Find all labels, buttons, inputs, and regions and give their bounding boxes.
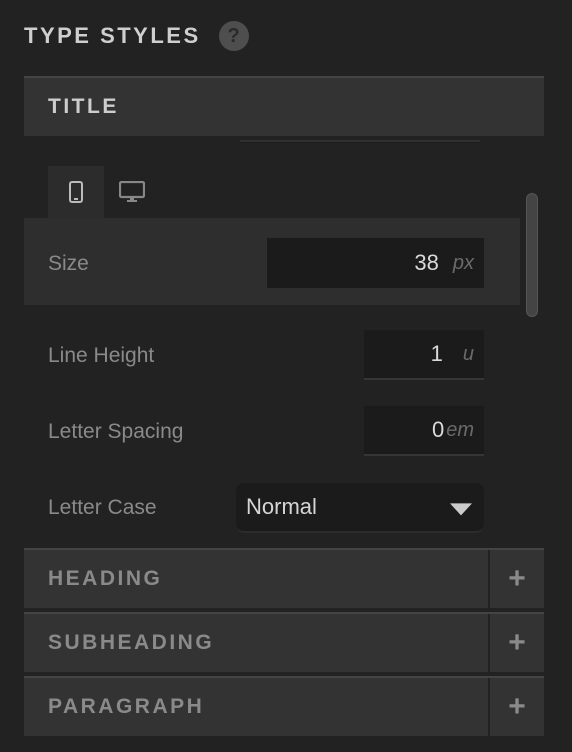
mobile-phone-icon <box>69 181 83 203</box>
letter-case-select[interactable]: Normal <box>236 483 484 533</box>
letter-case-value: Normal <box>246 494 317 519</box>
letter-spacing-label: Letter Spacing <box>48 420 184 443</box>
tab-mobile[interactable] <box>48 166 104 218</box>
size-input[interactable]: 38 px <box>267 238 484 288</box>
letter-spacing-value: 0 <box>431 417 445 442</box>
section-heading-label: HEADING <box>48 567 163 590</box>
letter-spacing-input[interactable]: 0 em <box>364 406 484 456</box>
line-height-unit: u <box>462 342 474 365</box>
section-paragraph-label: PARAGRAPH <box>48 695 205 718</box>
line-height-label: Line Height <box>48 344 155 367</box>
line-height-input[interactable]: 1 u <box>364 330 484 380</box>
size-unit: px <box>452 251 474 274</box>
size-label: Size <box>48 252 89 275</box>
size-row: Size 38 px <box>24 218 520 305</box>
letter-case-label: Letter Case <box>48 496 157 519</box>
section-subheading-header[interactable]: SUBHEADING + <box>24 612 544 672</box>
letter-spacing-unit: em <box>446 418 474 441</box>
desktop-monitor-icon <box>119 181 145 202</box>
line-height-value: 1 <box>430 341 443 366</box>
plus-icon[interactable]: + <box>488 614 544 672</box>
section-heading-header[interactable]: HEADING + <box>24 548 544 608</box>
panel-title: TYPE STYLES <box>24 23 201 48</box>
divider <box>240 140 480 143</box>
chevron-down-icon <box>450 503 472 516</box>
type-styles-panel: TYPE STYLES ? TITLE Size 38 px Line Heig… <box>0 0 572 752</box>
scrollbar[interactable] <box>526 193 538 317</box>
section-title-header[interactable]: TITLE <box>24 76 544 136</box>
device-tabs <box>48 166 160 218</box>
section-title-label: TITLE <box>48 95 119 118</box>
plus-icon[interactable]: + <box>488 550 544 608</box>
section-subheading-label: SUBHEADING <box>48 631 215 654</box>
help-icon[interactable]: ? <box>218 21 249 51</box>
section-paragraph-header[interactable]: PARAGRAPH + <box>24 676 544 736</box>
plus-icon[interactable]: + <box>488 678 544 736</box>
size-value: 38 <box>414 250 439 275</box>
tab-desktop[interactable] <box>104 166 160 218</box>
panel-header: TYPE STYLES ? <box>24 18 249 54</box>
